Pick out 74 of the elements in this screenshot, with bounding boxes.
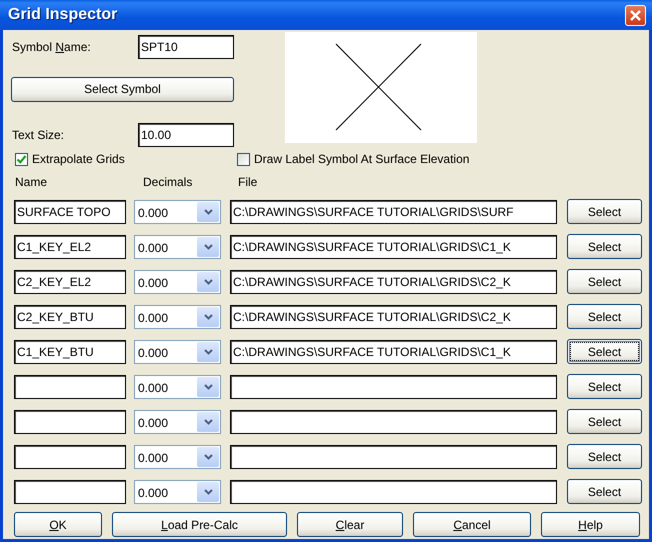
checkbox-label: Extrapolate Grids xyxy=(32,152,125,166)
close-icon xyxy=(629,8,642,22)
file-path-field[interactable]: C:\DRAWINGS\SURFACE TUTORIAL\GRIDS\C1_K xyxy=(230,340,557,364)
symbol-name-label: Symbol Name: xyxy=(11,40,92,54)
select-symbol-button[interactable]: Select Symbol xyxy=(11,77,234,102)
file-path-field[interactable] xyxy=(230,374,557,399)
dropdown-value: 0.000 xyxy=(138,381,168,396)
select-button[interactable]: Select xyxy=(567,409,642,434)
dropdown-value: 0.000 xyxy=(138,206,168,221)
chevron-down-icon xyxy=(204,244,212,250)
checkbox[interactable] xyxy=(237,152,250,166)
select-button[interactable]: Select xyxy=(567,444,642,470)
select-button[interactable]: Select xyxy=(567,479,642,504)
column-header: Decimals xyxy=(142,175,194,192)
decimals-dropdown[interactable]: 0.000 xyxy=(134,200,221,224)
decimals-dropdown[interactable]: 0.000 xyxy=(134,234,221,259)
chevron-down-icon xyxy=(204,384,212,390)
dropdown-value: 0.000 xyxy=(138,276,168,291)
name-field[interactable] xyxy=(14,374,126,399)
symbol-name-field[interactable]: SPT10 xyxy=(138,35,234,59)
window-title: Grid Inspector xyxy=(8,5,118,25)
name-field[interactable] xyxy=(14,444,126,469)
name-field[interactable]: C2_KEY_BTU xyxy=(14,304,126,329)
checkbox[interactable] xyxy=(15,152,28,166)
decimals-dropdown[interactable]: 0.000 xyxy=(134,374,221,399)
file-path-field[interactable]: C:\DRAWINGS\SURFACE TUTORIAL\GRIDS\C2_K xyxy=(230,304,557,329)
dropdown-value: 0.000 xyxy=(138,311,168,326)
name-field[interactable]: C2_KEY_EL2 xyxy=(14,270,126,294)
dropdown-value: 0.000 xyxy=(138,486,168,501)
name-field[interactable] xyxy=(14,410,126,434)
dropdown-value: 0.000 xyxy=(138,451,168,466)
dropdown-value: 0.000 xyxy=(138,346,168,361)
decimals-dropdown[interactable]: 0.000 xyxy=(134,410,221,434)
dialog-button[interactable]: Clear xyxy=(297,512,403,538)
select-button[interactable]: Select xyxy=(567,304,642,330)
dialog-button[interactable]: OK xyxy=(14,512,102,538)
name-field[interactable]: C1_KEY_EL2 xyxy=(14,234,126,259)
text-size-field[interactable]: 10.00 xyxy=(138,123,234,147)
name-field[interactable] xyxy=(14,480,126,504)
text-size-label: Text Size: xyxy=(11,128,66,142)
decimals-dropdown[interactable]: 0.000 xyxy=(134,340,221,364)
checkbox-label: Draw Label Symbol At Surface Elevation xyxy=(254,152,470,166)
select-button[interactable]: Select xyxy=(567,339,642,364)
chevron-down-icon xyxy=(204,418,212,425)
chevron-down-icon xyxy=(204,454,212,460)
file-path-field[interactable]: C:\DRAWINGS\SURFACE TUTORIAL\GRIDS\C1_K xyxy=(230,234,557,259)
file-path-field[interactable] xyxy=(230,410,557,434)
decimals-dropdown[interactable]: 0.000 xyxy=(134,480,221,504)
dialog-button[interactable]: Cancel xyxy=(413,512,531,538)
name-field[interactable]: C1_KEY_BTU xyxy=(14,340,126,364)
chevron-down-icon xyxy=(204,208,212,215)
select-button[interactable]: Select xyxy=(567,374,642,400)
file-path-field[interactable]: C:\DRAWINGS\SURFACE TUTORIAL\GRIDS\C2_K xyxy=(230,270,557,294)
chevron-down-icon xyxy=(204,278,212,285)
dropdown-value: 0.000 xyxy=(138,416,168,431)
close-button[interactable] xyxy=(625,4,646,26)
file-path-field[interactable]: C:\DRAWINGS\SURFACE TUTORIAL\GRIDS\SURF xyxy=(230,200,557,224)
dropdown-value: 0.000 xyxy=(138,241,168,256)
column-header: File xyxy=(238,175,258,192)
chevron-down-icon xyxy=(204,314,212,320)
chevron-down-icon xyxy=(204,348,212,355)
name-field[interactable]: SURFACE TOPO xyxy=(14,200,126,224)
chevron-down-icon xyxy=(204,488,212,495)
decimals-dropdown[interactable]: 0.000 xyxy=(134,444,221,469)
select-button[interactable]: Select xyxy=(567,199,642,224)
select-button[interactable]: Select xyxy=(567,269,642,294)
file-path-field[interactable] xyxy=(230,444,557,469)
file-path-field[interactable] xyxy=(230,480,557,504)
decimals-dropdown[interactable]: 0.000 xyxy=(134,304,221,329)
dialog-button[interactable]: Help xyxy=(541,512,640,538)
dialog-button[interactable]: Load Pre-Calc xyxy=(112,512,287,538)
decimals-dropdown[interactable]: 0.000 xyxy=(134,270,221,294)
column-header: Name xyxy=(14,175,48,192)
select-button[interactable]: Select xyxy=(567,234,642,260)
